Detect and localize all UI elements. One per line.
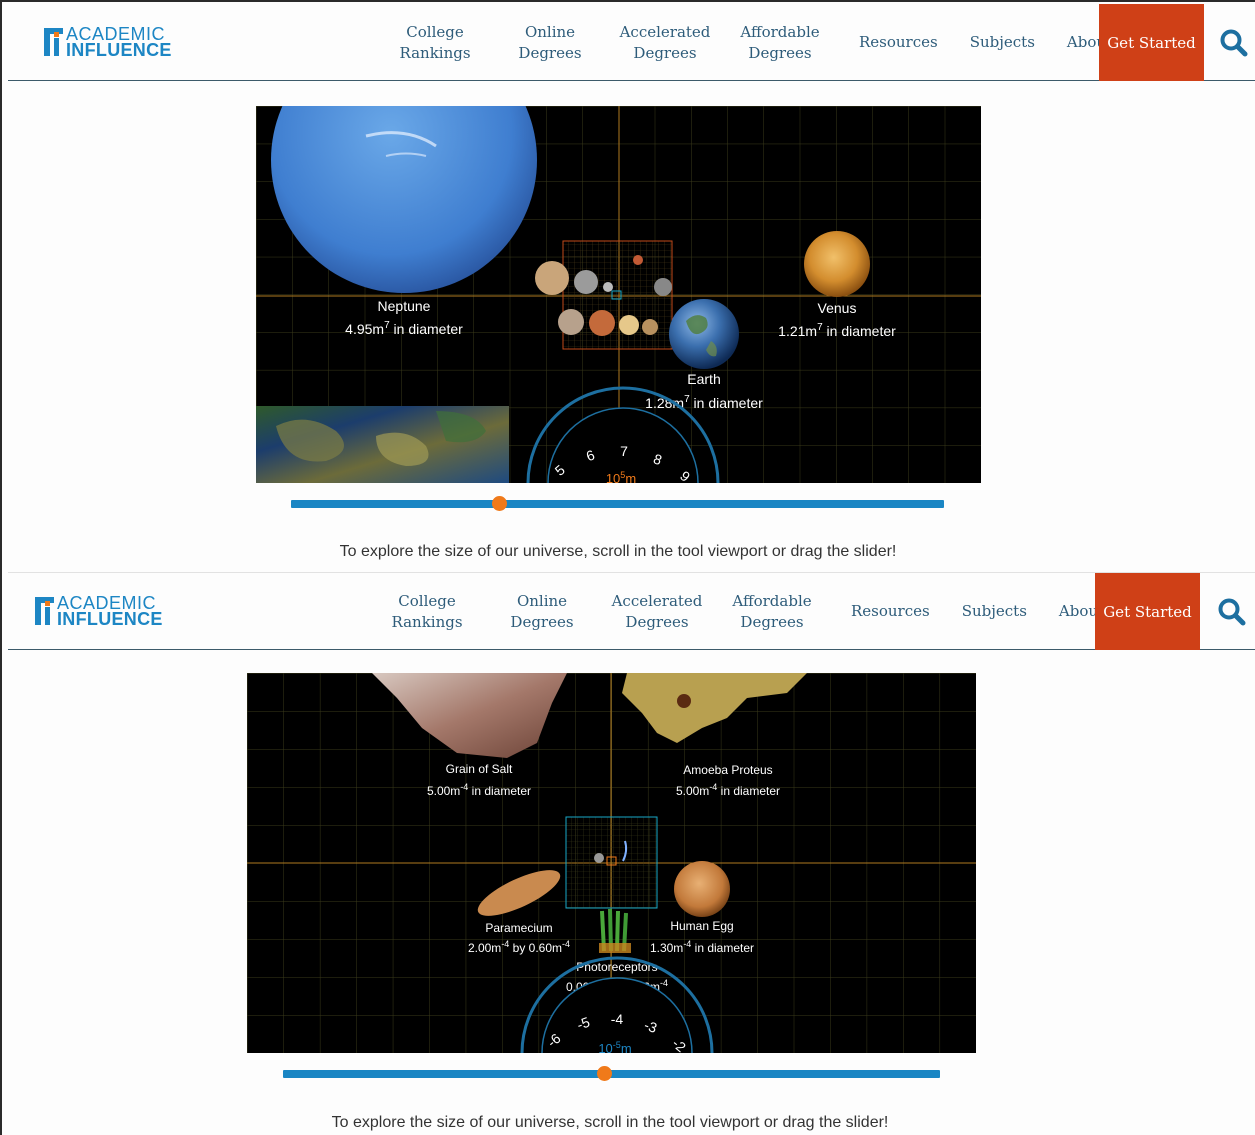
screenshot-bottom: ACADEMIC INFLUENCE College Rankings Onlin… [8, 572, 1255, 1135]
scale-number: 7 [620, 443, 628, 459]
instruction-caption: To explore the size of our universe, scr… [339, 543, 897, 560]
amoeba-size: 5.00m-4 in diameter [676, 782, 780, 798]
main-nav: College Rankings Online Degrees Accelerate… [380, 573, 1104, 650]
slider-handle[interactable] [492, 496, 508, 511]
brand-line2: INFLUENCE [57, 609, 163, 629]
logo-icon [35, 595, 54, 627]
get-started-button[interactable]: Get Started [1099, 4, 1204, 81]
brand-line2: INFLUENCE [66, 40, 172, 60]
egg-size: 1.30m-4 in diameter [650, 939, 754, 955]
paramecium-size: 2.00m-4 by 0.60m-4 [468, 939, 570, 955]
paramecium-name: Paramecium [485, 921, 552, 935]
egg-name: Human Egg [670, 919, 733, 933]
nav-resources[interactable]: Resources [859, 32, 938, 53]
get-started-button[interactable]: Get Started [1095, 573, 1200, 650]
site-header: ACADEMIC INFLUENCE College Rankings Onlin… [8, 4, 1255, 81]
brand-logo[interactable]: ACADEMIC INFLUENCE [44, 25, 172, 60]
neptune-name: Neptune [378, 298, 431, 314]
venus-planet [804, 231, 870, 297]
salt-name: Grain of Salt [446, 762, 513, 776]
salt-size: 5.00m-4 in diameter [427, 782, 531, 798]
nav-college-rankings[interactable]: College Rankings [388, 22, 482, 64]
nav-accelerated-degrees[interactable]: Accelerated Degrees [618, 22, 712, 64]
human-egg-image [674, 861, 730, 917]
minimap[interactable] [256, 406, 509, 483]
nav-resources[interactable]: Resources [851, 601, 930, 622]
brand-logo[interactable]: ACADEMIC INFLUENCE [35, 594, 163, 629]
slider-handle[interactable] [597, 1066, 613, 1081]
universe-viewport[interactable]: Neptune 4.95m7 in diameter Venus 1.21m7 … [256, 106, 981, 483]
earth-name: Earth [687, 371, 720, 387]
venus-size: 1.21m7 in diameter [778, 322, 896, 339]
nav-subjects[interactable]: Subjects [970, 32, 1035, 53]
nav-college-rankings[interactable]: College Rankings [380, 591, 474, 633]
amoeba-nucleus [677, 694, 691, 708]
amoeba-name: Amoeba Proteus [683, 763, 772, 777]
nav-online-degrees[interactable]: Online Degrees [503, 22, 597, 64]
nav-subjects[interactable]: Subjects [962, 601, 1027, 622]
nav-online-degrees[interactable]: Online Degrees [495, 591, 589, 633]
logo-icon [44, 26, 63, 58]
universe-viewport[interactable]: Grain of Salt 5.00m-4 in diameter Amoeba… [247, 673, 976, 1053]
earth-planet [669, 299, 739, 369]
screenshot-top: ACADEMIC INFLUENCE College Rankings Onlin… [8, 4, 1255, 570]
inner-zoom-box [565, 816, 658, 909]
instruction-caption: To explore the size of our universe, scr… [331, 1114, 889, 1131]
nav-affordable-degrees[interactable]: Affordable Degrees [733, 22, 827, 64]
scale-slider[interactable] [291, 500, 944, 508]
nav-affordable-degrees[interactable]: Affordable Degrees [725, 591, 819, 633]
search-icon[interactable] [1219, 28, 1249, 58]
scale-number: -4 [611, 1011, 624, 1027]
search-icon[interactable] [1217, 597, 1247, 627]
venus-name: Venus [818, 300, 857, 316]
neptune-size: 4.95m7 in diameter [345, 320, 463, 337]
main-nav: College Rankings Online Degrees Accelerate… [388, 4, 1112, 81]
nav-accelerated-degrees[interactable]: Accelerated Degrees [610, 591, 704, 633]
site-header: ACADEMIC INFLUENCE College Rankings Onlin… [8, 573, 1255, 650]
